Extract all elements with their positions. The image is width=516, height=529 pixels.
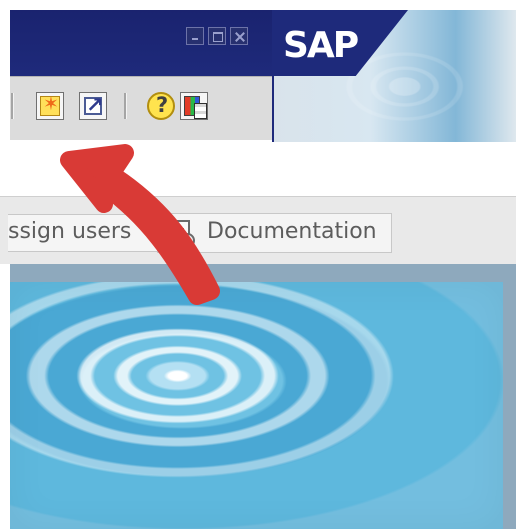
documentation-button[interactable]: Documentation [157, 213, 392, 253]
toolbar-separator [124, 93, 127, 119]
create-session-icon[interactable] [36, 92, 64, 120]
sap-window-screenshot: SAP ssign users Documentation [0, 0, 516, 529]
documentation-icon [166, 220, 195, 248]
water-ripple-image [10, 282, 503, 529]
window-title-bar [10, 10, 272, 76]
help-icon[interactable] [147, 92, 175, 120]
command-strip [0, 142, 516, 196]
close-icon[interactable] [230, 27, 248, 45]
customize-layout-icon[interactable] [180, 92, 208, 120]
main-content-frame [10, 264, 516, 529]
toolbar-separator [11, 93, 14, 119]
sap-brand-panel: SAP [272, 10, 516, 142]
sap-logo: SAP [274, 10, 408, 76]
maximize-icon[interactable] [208, 27, 226, 45]
window-controls [186, 27, 248, 45]
sap-logo-text: SAP [283, 25, 359, 66]
minimize-icon[interactable] [186, 27, 204, 45]
assign-users-button[interactable]: ssign users [8, 214, 165, 252]
shortcut-icon[interactable] [79, 92, 107, 120]
documentation-label: Documentation [207, 219, 377, 244]
